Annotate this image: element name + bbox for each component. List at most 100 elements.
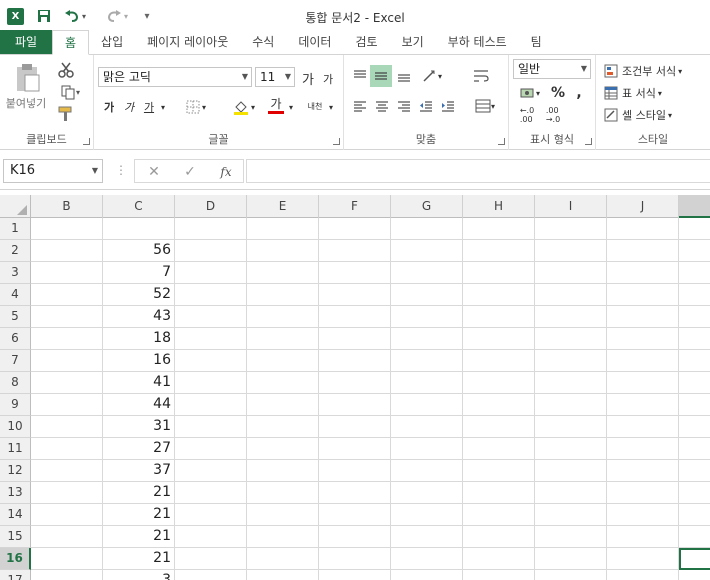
column-header[interactable]: G	[391, 195, 463, 218]
grid-cell[interactable]	[31, 416, 103, 438]
grid-cell[interactable]	[391, 548, 463, 570]
grid-cell[interactable]	[31, 284, 103, 306]
ribbon-tab[interactable]: 검토	[343, 30, 389, 54]
number-format-combo[interactable]: 일반 ▼	[513, 59, 591, 79]
grid-cell[interactable]	[607, 460, 679, 482]
grid-cell[interactable]	[175, 504, 247, 526]
row-header[interactable]: 7	[0, 350, 31, 372]
column-header[interactable]: I	[535, 195, 607, 218]
bold-button[interactable]: 가	[100, 97, 118, 117]
grid-cell[interactable]	[319, 394, 391, 416]
grid-cell[interactable]	[247, 460, 319, 482]
grid-cell[interactable]	[463, 284, 535, 306]
grid-cell[interactable]	[175, 350, 247, 372]
grid-cell[interactable]: 27	[103, 438, 175, 460]
grid-cell[interactable]	[31, 328, 103, 350]
grid-cell[interactable]	[679, 218, 710, 240]
increase-decimal-icon[interactable]: ←.0.00	[515, 105, 539, 125]
grid-cell[interactable]	[247, 350, 319, 372]
grid-cell[interactable]	[679, 460, 710, 482]
row-header[interactable]: 16	[0, 548, 31, 570]
copy-icon[interactable]: ▾	[56, 83, 84, 101]
format-as-table-button[interactable]: 표 서식 ▾	[604, 83, 708, 103]
grid-cell[interactable]	[175, 372, 247, 394]
active-cell[interactable]	[679, 548, 710, 570]
align-middle-icon[interactable]	[370, 65, 392, 87]
row-header[interactable]: 9	[0, 394, 31, 416]
grid-cell[interactable]	[607, 416, 679, 438]
grid-cell[interactable]	[463, 504, 535, 526]
grid-cell[interactable]	[391, 504, 463, 526]
grid-cell[interactable]	[175, 240, 247, 262]
grid-cell[interactable]	[607, 504, 679, 526]
row-header[interactable]: 5	[0, 306, 31, 328]
borders-icon[interactable]: ▾	[182, 97, 210, 117]
row-header[interactable]: 2	[0, 240, 31, 262]
grid-cell[interactable]	[31, 218, 103, 240]
grid-cell[interactable]	[319, 526, 391, 548]
row-header[interactable]: 11	[0, 438, 31, 460]
grid-cell[interactable]	[535, 350, 607, 372]
grid-cell[interactable]	[679, 262, 710, 284]
grid-cell[interactable]	[391, 570, 463, 580]
grid-cell[interactable]	[607, 438, 679, 460]
grid-cell[interactable]	[319, 416, 391, 438]
grid-cell[interactable]	[607, 306, 679, 328]
grid-cell[interactable]	[391, 218, 463, 240]
grid-cell[interactable]	[319, 570, 391, 580]
grid-cell[interactable]	[535, 526, 607, 548]
row-header[interactable]: 14	[0, 504, 31, 526]
grid-cell[interactable]	[247, 570, 319, 580]
row-header[interactable]: 6	[0, 328, 31, 350]
grid-cell[interactable]	[319, 350, 391, 372]
align-left-icon[interactable]	[350, 95, 370, 117]
align-right-icon[interactable]	[394, 95, 414, 117]
grid-cell[interactable]: 37	[103, 460, 175, 482]
grid-cell[interactable]	[247, 526, 319, 548]
grid-cell[interactable]	[175, 218, 247, 240]
grid-cell[interactable]	[391, 240, 463, 262]
phonetic-guide-button[interactable]: 내천	[304, 95, 326, 117]
column-header[interactable]: H	[463, 195, 535, 218]
grid-cell[interactable]	[535, 548, 607, 570]
grid-cell[interactable]	[535, 394, 607, 416]
grid-cell[interactable]	[679, 240, 710, 262]
grid-cell[interactable]	[463, 438, 535, 460]
italic-button[interactable]: 가	[120, 97, 138, 117]
ribbon-tab[interactable]: 데이터	[286, 30, 343, 54]
format-painter-icon[interactable]	[56, 105, 76, 123]
grid-cell[interactable]	[535, 438, 607, 460]
grid-cell[interactable]	[391, 284, 463, 306]
row-header[interactable]: 3	[0, 262, 31, 284]
grid-cell[interactable]	[463, 460, 535, 482]
row-header[interactable]: 15	[0, 526, 31, 548]
grid-cell[interactable]	[679, 328, 710, 350]
chevron-down-icon[interactable]: ▾	[287, 97, 295, 117]
grid-cell[interactable]	[463, 416, 535, 438]
grid-cell[interactable]	[175, 438, 247, 460]
grid-cell[interactable]	[31, 394, 103, 416]
select-all-corner[interactable]	[0, 195, 31, 218]
wrap-text-icon[interactable]	[470, 65, 492, 87]
grid-cell[interactable]	[607, 350, 679, 372]
grid-cell[interactable]	[391, 306, 463, 328]
grid-cell[interactable]: 21	[103, 504, 175, 526]
grid-cell[interactable]	[31, 372, 103, 394]
grid-cell[interactable]: 7	[103, 262, 175, 284]
number-dialog-launcher-icon[interactable]	[585, 138, 592, 145]
ribbon-tab[interactable]: 부하 테스트	[436, 30, 519, 54]
grid-cell[interactable]	[463, 218, 535, 240]
grid-cell[interactable]	[31, 548, 103, 570]
grid-cell[interactable]	[319, 504, 391, 526]
font-color-button[interactable]: 가	[262, 95, 290, 117]
grid-cell[interactable]	[247, 218, 319, 240]
column-header[interactable]: F	[319, 195, 391, 218]
grid-cell[interactable]	[175, 306, 247, 328]
grid-cell[interactable]	[319, 284, 391, 306]
grid-cell[interactable]	[463, 262, 535, 284]
grid-cell[interactable]	[247, 306, 319, 328]
grid-cell[interactable]: 31	[103, 416, 175, 438]
grid-cell[interactable]	[247, 416, 319, 438]
ribbon-tab[interactable]: 보기	[390, 30, 436, 54]
grid-cell[interactable]	[463, 526, 535, 548]
